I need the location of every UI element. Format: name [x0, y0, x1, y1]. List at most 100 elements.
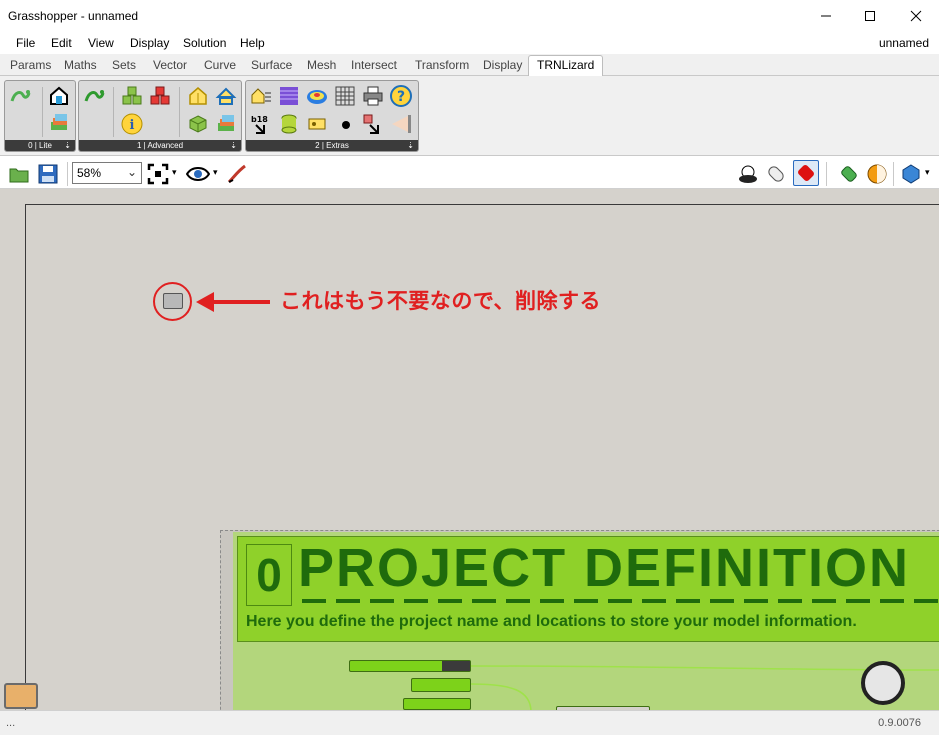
save-file-button[interactable]: [37, 163, 59, 185]
cubes-red-icon[interactable]: [149, 85, 171, 107]
house-window-icon[interactable]: [187, 85, 209, 107]
heatmap-surface-icon[interactable]: [306, 85, 328, 107]
panel-lite-label[interactable]: 0 | Lite ⇣: [5, 140, 75, 151]
close-icon: [910, 10, 922, 21]
status-text: ...: [6, 717, 16, 729]
device-icon[interactable]: [306, 113, 328, 135]
printer-icon[interactable]: [362, 85, 384, 107]
tab-curve[interactable]: Curve: [204, 58, 236, 72]
point-icon[interactable]: [336, 115, 356, 135]
package-icon[interactable]: [4, 683, 38, 709]
tab-sets[interactable]: Sets: [112, 58, 136, 72]
menu-solution[interactable]: Solution: [183, 36, 226, 50]
info-icon[interactable]: i: [121, 113, 143, 135]
light-beam-icon[interactable]: [390, 113, 412, 135]
version-label: 0.9.0076: [878, 717, 921, 729]
svg-text:?: ?: [397, 89, 405, 105]
title-bar: Grasshopper - unnamed: [0, 0, 939, 32]
svg-text:i: i: [130, 118, 135, 133]
display-mode-dropdown-icon[interactable]: ▾: [925, 167, 930, 178]
layers-icon[interactable]: [48, 112, 70, 134]
tab-vector[interactable]: Vector: [153, 58, 187, 72]
database-icon[interactable]: [278, 113, 300, 135]
tab-intersect[interactable]: Intersect: [351, 58, 397, 72]
group-number: 0: [246, 544, 292, 606]
capsule-icon: [768, 166, 784, 182]
eye-icon: [185, 167, 211, 181]
slider-handle[interactable]: [442, 661, 470, 671]
blue-shape-icon: [902, 164, 920, 184]
minimize-button[interactable]: [803, 0, 849, 31]
minimize-icon: [821, 15, 831, 16]
obsolete-component[interactable]: [163, 293, 183, 309]
param-component[interactable]: [403, 698, 471, 710]
document-name: unnamed: [878, 36, 929, 50]
annotation-text: これはもう不要なので、削除する: [280, 290, 602, 313]
zoom-extents-button[interactable]: [147, 163, 169, 185]
house-data-icon[interactable]: [250, 85, 272, 107]
house-icon[interactable]: [48, 85, 70, 107]
component-ribbon: 0 | Lite ⇣ i 1 | Advanced ⇣ ? b18 2 | Ex…: [0, 76, 939, 156]
group-title: PROJECT DEFINITION: [298, 538, 911, 598]
help-icon[interactable]: ?: [390, 85, 412, 107]
preview-wire-button[interactable]: [737, 163, 759, 185]
lizard-icon[interactable]: [9, 85, 31, 107]
shaded-shape-icon: [739, 165, 757, 183]
cubes-green-icon[interactable]: [121, 85, 143, 107]
bake-button[interactable]: [838, 163, 860, 185]
house-outline-icon[interactable]: [215, 85, 237, 107]
open-file-button[interactable]: [8, 163, 30, 185]
layers-stack-icon[interactable]: [215, 113, 237, 135]
tab-trnlizard[interactable]: TRNLizard: [528, 55, 604, 76]
panel-extras: ? b18 2 | Extras ⇣: [245, 80, 419, 152]
cube-green-icon[interactable]: [187, 113, 209, 135]
sphere-icon: [867, 164, 887, 184]
display-mode-button[interactable]: [900, 163, 922, 185]
b18-import-icon[interactable]: b18: [250, 113, 272, 135]
close-button[interactable]: [893, 0, 939, 31]
preview-selected-button[interactable]: [793, 160, 819, 186]
green-gem-icon: [841, 166, 857, 182]
canvas-toolbar: 58% ⌄ ▾ ▾ ▾: [0, 157, 939, 189]
lizard-green-icon[interactable]: [83, 85, 105, 107]
tab-maths[interactable]: Maths: [64, 58, 97, 72]
menu-file[interactable]: File: [16, 36, 35, 50]
status-bar: ... 0.9.0076: [0, 710, 939, 735]
panel-advanced-label[interactable]: 1 | Advanced ⇣: [79, 140, 241, 151]
panel-extras-label[interactable]: 2 | Extras ⇣: [246, 140, 418, 151]
tab-display[interactable]: Display: [483, 58, 522, 72]
menu-help[interactable]: Help: [240, 36, 265, 50]
save-icon: [38, 164, 58, 184]
zoom-extents-icon: [147, 163, 169, 185]
panel-advanced: i 1 | Advanced ⇣: [78, 80, 242, 152]
tab-params[interactable]: Params: [10, 58, 51, 72]
red-gem-icon: [798, 165, 814, 181]
param-slider[interactable]: [349, 660, 471, 672]
pen-icon: [227, 164, 246, 184]
export-cubes-icon[interactable]: [362, 113, 384, 135]
b18-badge: b18: [251, 115, 268, 124]
tab-surface[interactable]: Surface: [251, 58, 292, 72]
tab-transform[interactable]: Transform: [415, 58, 469, 72]
tab-mesh[interactable]: Mesh: [307, 58, 336, 72]
chevron-down-icon: ⌄: [126, 165, 137, 179]
zoom-extents-dropdown-icon[interactable]: ▾: [172, 167, 177, 178]
preview-button[interactable]: [185, 163, 211, 185]
menu-bar: File Edit View Display Solution Help unn…: [0, 32, 939, 54]
sketch-button[interactable]: [226, 163, 248, 185]
material-button[interactable]: [866, 163, 888, 185]
zoom-select[interactable]: 58% ⌄: [72, 162, 142, 184]
menu-display[interactable]: Display: [130, 36, 169, 50]
param-component[interactable]: [411, 678, 471, 692]
bars-purple-icon[interactable]: [278, 85, 300, 107]
component-tabs: Params Maths Sets Vector Curve Surface M…: [0, 54, 939, 76]
panel-lite: 0 | Lite ⇣: [4, 80, 76, 152]
window-title: Grasshopper - unnamed: [8, 9, 139, 23]
refresh-knob-icon[interactable]: [861, 661, 905, 705]
preview-dropdown-icon[interactable]: ▾: [213, 167, 218, 178]
preview-shaded-button[interactable]: [765, 163, 787, 185]
maximize-button[interactable]: [847, 0, 893, 31]
menu-view[interactable]: View: [88, 36, 114, 50]
menu-edit[interactable]: Edit: [51, 36, 72, 50]
grid-icon[interactable]: [334, 85, 356, 107]
